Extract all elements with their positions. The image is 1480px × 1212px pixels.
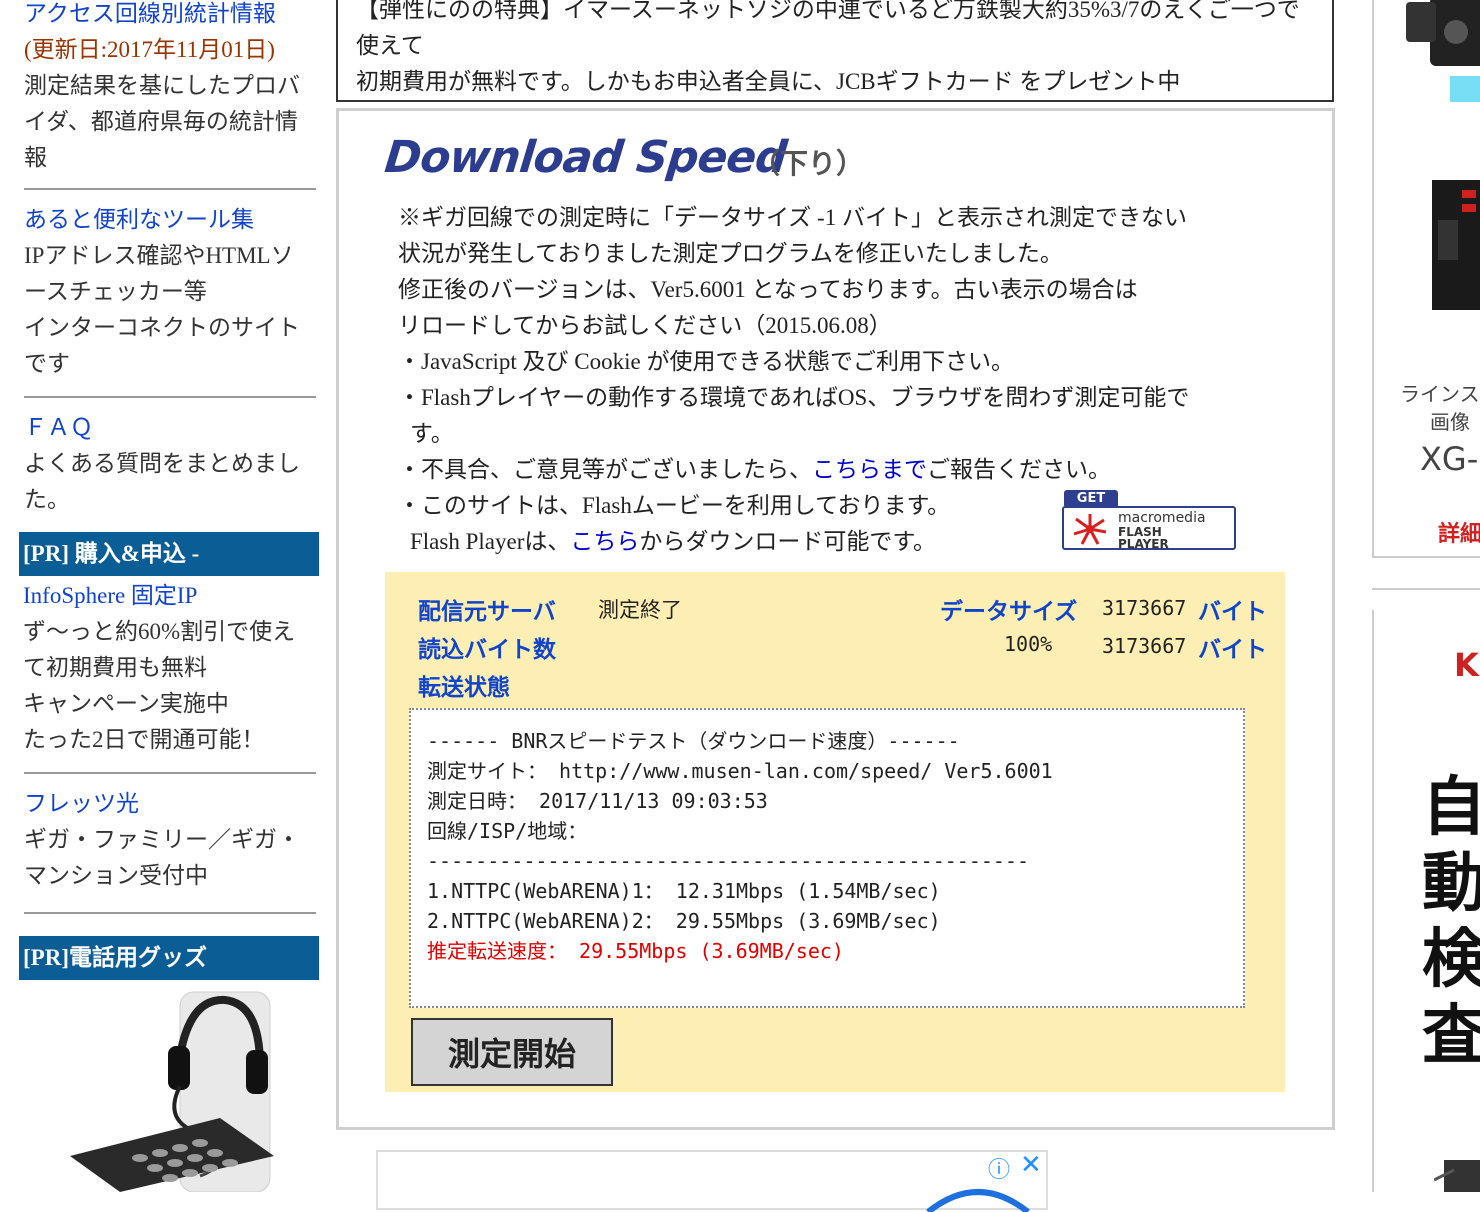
result-log[interactable]: ------ BNRスピードテスト（ダウンロード速度）------ 測定サイト：… — [409, 708, 1245, 1008]
note-line: 修正後のバージョンは、Ver5.6001 となっております。古い表示の場合は — [398, 277, 1138, 302]
sidebar-divider — [24, 772, 316, 774]
ad-brand-logo: K — [1454, 646, 1479, 684]
datasize-unit: バイト — [1198, 599, 1267, 625]
download-speed-subtitle: （下り） — [752, 147, 865, 180]
stats-desc-1: 測定結果を基にしたプロバ — [24, 73, 300, 98]
note-line: ・Flashプレイヤーの動作する環境であればOS、ブラウザを問わず測定可能で — [398, 385, 1190, 410]
ad-product-image — [1434, 1160, 1480, 1192]
sidebar-divider — [24, 188, 316, 190]
flets-link[interactable]: フレッツ光 — [24, 786, 316, 822]
right-ad-bottom[interactable]: K 自 動 検 査 — [1372, 610, 1480, 1192]
stats-link[interactable]: アクセス回線別統計情報 — [24, 0, 316, 32]
log-result-2: 2.NTTPC(WebARENA)2： 29.55Mbps (3.69MB/se… — [427, 909, 941, 933]
flash-product: FLASH PLAYER — [1118, 526, 1169, 550]
faq-desc-2: た。 — [24, 487, 70, 512]
server-status: 測定終了 — [598, 598, 682, 622]
read-bytes-value: 3173667 — [1102, 634, 1187, 658]
tools-link[interactable]: あると便利なツール集 — [24, 202, 316, 238]
sidebar-pr-section: InfoSphere 固定IP ず〜っと約60%割引で使え て初期費用も無料 キ… — [23, 578, 315, 758]
notice-line-3: 初期費用が無料です。しかもお申込者全員に、JCBギフトカード をプレゼント中 — [356, 69, 1181, 94]
ad-text-1: ラインス — [1400, 382, 1480, 406]
faq-desc-1: よくある質問をまとめまし — [24, 451, 300, 476]
stats-desc-2: イダ、都道府県毎の統計情 — [24, 109, 298, 134]
read-bytes-label: 読込バイト数 — [418, 637, 556, 663]
ad-headline-char: 査 — [1422, 999, 1480, 1073]
ad-details-link[interactable]: 詳細 — [1438, 516, 1480, 548]
flash-burst-icon — [1073, 514, 1107, 545]
pr-desc-1: ず〜っと約60%割引で使え — [23, 619, 296, 644]
ad-text-3: XG- — [1420, 440, 1479, 478]
read-percent: 100% — [1004, 632, 1053, 656]
log-site: 測定サイト： http://www.musen-lan.com/speed/ V… — [427, 759, 1053, 783]
flash-badge-box: macromedia FLASH PLAYER — [1062, 506, 1236, 550]
sidebar-tools-section: あると便利なツール集 IPアドレス確認やHTMLソ ースチェッカー等 インターコ… — [24, 202, 316, 382]
notice-line-2: 使えて — [356, 33, 424, 58]
flash-download-link[interactable]: こちら — [570, 529, 639, 554]
flash-brand: macromedia — [1118, 510, 1206, 526]
tools-desc-2: ースチェッカー等 — [24, 279, 207, 304]
pr-desc-3: キャンペーン実施中 — [23, 691, 229, 716]
feedback-text-end: ご報告ください。 — [927, 457, 1111, 482]
start-measurement-button[interactable]: 測定開始 — [411, 1018, 613, 1086]
sidebar-stats-section: アクセス回線別統計情報 (更新日:2017年11月01日) 測定結果を基にしたプ… — [24, 0, 316, 176]
campaign-notice: 【弾性にのの特典】イマースーネットソジの中連でいるど万鉄製大約35%3/7のえく… — [336, 0, 1334, 102]
tools-desc-4: です — [24, 351, 70, 376]
flets-desc-2: マンション受付中 — [24, 863, 208, 888]
download-speed-title: Download Speed — [382, 132, 789, 183]
pr-header-phone-goods: [PR]電話用グッズ — [19, 936, 319, 980]
note-line: リロードしてからお試しください（2015.06.08） — [398, 313, 892, 338]
log-line-isp: 回線/ISP/地域： — [427, 819, 588, 843]
ad-graphic — [926, 1189, 1030, 1212]
note-line: す。 — [410, 421, 454, 446]
right-ad-divider — [1372, 588, 1480, 590]
ad-text-2: 画像 — [1430, 410, 1470, 434]
controller-product-image — [1432, 180, 1480, 310]
sidebar-divider — [24, 396, 316, 398]
stats-desc-3: 報 — [24, 145, 47, 170]
feedback-text: ・不具合、ご意見等がございましたら、 — [398, 457, 812, 482]
flets-desc-1: ギガ・ファミリー／ギガ・ — [24, 827, 300, 852]
sidebar-divider — [24, 912, 316, 914]
log-header: ------ BNRスピードテスト（ダウンロード速度）------ — [427, 729, 960, 753]
sidebar-faq-section: ＦＡＱ よくある質問をまとめまし た。 — [24, 410, 316, 518]
pr-desc-4: たった2日で開通可能！ — [23, 727, 265, 752]
datasize-label: データサイズ — [940, 599, 1078, 625]
log-result-1: 1.NTTPC(WebARENA)1： 12.31Mbps (1.54MB/se… — [427, 879, 941, 903]
notice-line-1: 【弾性にのの特典】イマースーネットソジの中連でいるど万鉄製大約35%3/7のえく… — [356, 0, 1300, 22]
tools-desc-3: インターコネクトのサイト — [24, 315, 300, 340]
close-ad-icon[interactable]: ✕ — [1020, 1150, 1042, 1180]
right-ad-top[interactable]: ラインス 画像 XG- 詳細 — [1372, 0, 1480, 558]
pr-desc-2: て初期費用も無料 — [23, 655, 207, 680]
log-estimated-speed: 推定転送速度： 29.55Mbps (3.69MB/sec) — [427, 939, 844, 963]
adchoices-icon[interactable]: ⓘ — [988, 1152, 1010, 1184]
server-label: 配信元サーバ — [418, 599, 556, 625]
faq-link[interactable]: ＦＡＱ — [24, 410, 316, 446]
phone-headset-product-image[interactable] — [60, 986, 290, 1192]
log-datetime: 測定日時： 2017/11/13 09:03:53 — [427, 789, 768, 813]
note-line: ・JavaScript 及び Cookie が使用できる状態でご利用下さい。 — [398, 349, 1015, 374]
datasize-value: 3173667 — [1102, 596, 1187, 620]
flash-product-line2: PLAYER — [1118, 537, 1169, 551]
read-bytes-unit: バイト — [1198, 637, 1267, 663]
note-line-feedback: ・不具合、ご意見等がございましたら、こちらまでご報告ください。 — [398, 452, 1248, 488]
sidebar-flets-section: フレッツ光 ギガ・ファミリー／ギガ・ マンション受付中 — [24, 786, 316, 894]
flash-text: Flash Playerは、 — [410, 529, 571, 554]
sidebar: アクセス回線別統計情報 (更新日:2017年11月01日) 測定結果を基にしたプ… — [0, 0, 330, 1192]
transfer-status-label: 転送状態 — [418, 675, 510, 701]
note-line: ※ギガ回線での測定時に「データサイズ -1 バイト」と表示され測定できない — [398, 205, 1187, 230]
flash-text-end: からダウンロード可能です。 — [639, 529, 937, 554]
log-separator: ----------------------------------------… — [427, 849, 1030, 873]
get-flash-player-badge[interactable]: GET macromedia FLASH PLAYER — [1062, 490, 1238, 552]
note-line: 状況が発生しておりました測定プログラムを修正いたしました。 — [398, 241, 1063, 266]
contact-link[interactable]: こちらまで — [812, 457, 927, 482]
stats-updated-date: (更新日:2017年11月01日) — [24, 37, 275, 62]
tools-desc-1: IPアドレス確認やHTMLソ — [24, 243, 294, 268]
bottom-ad-banner[interactable] — [376, 1150, 1048, 1212]
camera-product-image — [1406, 0, 1480, 102]
infosphere-link[interactable]: InfoSphere 固定IP — [23, 578, 315, 614]
pr-header-purchase: [PR] 購入&申込 - — [19, 532, 319, 576]
